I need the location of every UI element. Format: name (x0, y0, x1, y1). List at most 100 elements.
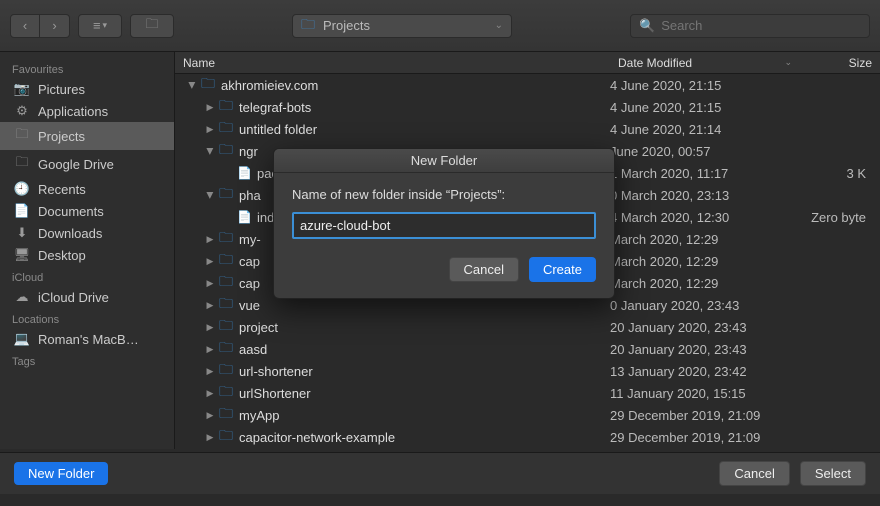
file-date: June 2020, 00:57 (610, 144, 800, 159)
disclosure-triangle-icon[interactable]: ▶ (205, 146, 216, 156)
folder-icon: 🗀 (219, 183, 235, 207)
download-icon: ⬇ (14, 225, 30, 241)
view-mode-button[interactable]: ≡ ▾ (78, 14, 122, 38)
cancel-button[interactable]: Cancel (719, 461, 789, 486)
file-row[interactable]: ▶🗀telegraf-bots4 June 2020, 21:15 (175, 96, 880, 118)
folder-icon: 🗀 (219, 117, 235, 141)
file-row[interactable]: ▶🗀toh-pt529 December 2019, 21:09 (175, 448, 880, 449)
camera-icon: 📷 (14, 81, 30, 97)
disclosure-triangle-icon[interactable]: ▶ (205, 322, 215, 333)
sidebar: Favourites 📷Pictures⚙Applications🗀Projec… (0, 52, 175, 449)
file-icon: 📄 (237, 166, 253, 180)
search-field[interactable]: 🔍 (630, 14, 870, 38)
sidebar-item-applications[interactable]: ⚙Applications (0, 100, 174, 122)
sidebar-item-google-drive[interactable]: 🗀Google Drive (0, 150, 174, 178)
file-row[interactable]: ▶🗀urlShortener11 January 2020, 15:15 (175, 382, 880, 404)
path-dropdown[interactable]: 🗀 Projects ⌄ (292, 14, 512, 38)
file-name: ind (257, 210, 274, 225)
disclosure-triangle-icon[interactable]: ▶ (205, 234, 215, 245)
column-headers: Name Date Modified ⌄ Size (175, 52, 880, 74)
chevron-right-icon: › (52, 18, 56, 33)
folder-icon: 🗀 (219, 227, 235, 251)
file-row[interactable]: ▶🗀capacitor-network-example29 December 2… (175, 426, 880, 448)
dialog-create-button[interactable]: Create (529, 257, 596, 282)
folder-icon: 🗀 (219, 359, 235, 383)
disclosure-triangle-icon[interactable]: ▶ (205, 366, 215, 377)
file-date: March 2020, 12:29 (610, 232, 800, 247)
search-input[interactable] (661, 18, 861, 33)
sidebar-item-desktop[interactable]: 🖥Desktop (0, 244, 174, 266)
sidebar-item-label: Documents (38, 204, 104, 219)
disclosure-triangle-icon[interactable]: ▶ (205, 102, 215, 113)
sidebar-item-label: Roman's MacB… (38, 332, 139, 347)
file-row[interactable]: ▶🗀aasd20 January 2020, 23:43 (175, 338, 880, 360)
sidebar-section-icloud: iCloud (0, 266, 174, 286)
chevron-down-icon: ⌄ (784, 57, 792, 68)
disclosure-triangle-icon[interactable]: ▶ (205, 256, 215, 267)
sidebar-item-recents[interactable]: 🕘Recents (0, 178, 174, 200)
path-label: Projects (323, 18, 370, 33)
file-name: ngr (239, 144, 258, 159)
file-name: cap (239, 276, 260, 291)
disclosure-triangle-icon[interactable]: ▶ (205, 300, 215, 311)
folder-name-input[interactable] (292, 212, 596, 239)
disclosure-triangle-icon[interactable]: ▶ (187, 80, 198, 90)
disclosure-triangle-icon[interactable]: ▶ (205, 432, 215, 443)
sidebar-item-icloud-drive[interactable]: ☁iCloud Drive (0, 286, 174, 308)
file-name: myApp (239, 408, 279, 423)
disclosure-triangle-icon[interactable]: ▶ (205, 344, 215, 355)
folder-icon: 🗀 (219, 271, 235, 295)
select-button[interactable]: Select (800, 461, 866, 486)
disclosure-triangle-icon[interactable]: ▶ (205, 124, 215, 135)
sidebar-item-downloads[interactable]: ⬇Downloads (0, 222, 174, 244)
folder-icon: 🗀 (219, 139, 235, 163)
file-row[interactable]: ▶🗀akhromieiev.com4 June 2020, 21:15 (175, 74, 880, 96)
file-row[interactable]: ▶🗀project20 January 2020, 23:43 (175, 316, 880, 338)
file-row[interactable]: ▶🗀url-shortener13 January 2020, 23:42 (175, 360, 880, 382)
file-date: 29 December 2019, 21:09 (610, 408, 800, 423)
forward-button[interactable]: › (40, 14, 70, 38)
sidebar-item-roman-s-macb-[interactable]: 💻Roman's MacB… (0, 328, 174, 350)
folder-icon: 🗀 (219, 447, 235, 449)
file-row[interactable]: ▶ 🗀 myApp 29 December 2019, 21:09 (175, 404, 880, 426)
chevron-down-icon: ▾ (103, 20, 108, 31)
disclosure-triangle-icon[interactable]: ▶ (205, 190, 216, 200)
new-folder-button[interactable]: New Folder (14, 462, 108, 485)
column-header-date[interactable]: Date Modified ⌄ (610, 56, 800, 70)
file-date: 11 January 2020, 15:15 (610, 386, 800, 401)
file-date: 4 June 2020, 21:14 (610, 122, 800, 137)
dialog-cancel-button[interactable]: Cancel (449, 257, 519, 282)
folder-icon: 🗀 (201, 74, 217, 97)
disclosure-triangle-icon[interactable]: ▶ (205, 278, 215, 289)
sidebar-item-label: Desktop (38, 248, 86, 263)
folder-icon: 🗀 (301, 14, 317, 38)
folder-icon: 🗀 (219, 403, 235, 427)
sidebar-item-pictures[interactable]: 📷Pictures (0, 78, 174, 100)
chevron-updown-icon: ⌄ (495, 20, 503, 31)
file-size: Zero byte (800, 210, 880, 225)
group-button[interactable]: 🗀 (130, 14, 174, 38)
file-row[interactable]: ▶ 🗀 untitled folder 4 June 2020, 21:14 (175, 118, 880, 140)
dialog-prompt: Name of new folder inside “Projects”: (292, 187, 596, 202)
file-name: capacitor-network-example (239, 430, 395, 445)
file-name: my- (239, 232, 261, 247)
column-header-size[interactable]: Size (800, 56, 880, 70)
disclosure-triangle-icon[interactable]: ▶ (205, 410, 215, 421)
file-name: pha (239, 188, 261, 203)
file-date: 20 January 2020, 23:43 (610, 342, 800, 357)
file-date: 1 March 2020, 11:17 (610, 166, 800, 181)
file-size: 3 K (800, 166, 880, 181)
sidebar-item-documents[interactable]: 📄Documents (0, 200, 174, 222)
dialog-title: New Folder (274, 149, 614, 173)
file-name: untitled folder (239, 122, 317, 137)
folder-icon: 🗀 (219, 381, 235, 405)
file-name: aasd (239, 342, 267, 357)
file-name: akhromieiev.com (221, 78, 318, 93)
file-name: cap (239, 254, 260, 269)
folder-icon: 🗀 (219, 95, 235, 119)
disclosure-triangle-icon[interactable]: ▶ (205, 388, 215, 399)
list-icon: ≡ (93, 18, 101, 33)
column-header-name[interactable]: Name (175, 56, 610, 70)
back-button[interactable]: ‹ (10, 14, 40, 38)
sidebar-item-projects[interactable]: 🗀Projects (0, 122, 174, 150)
